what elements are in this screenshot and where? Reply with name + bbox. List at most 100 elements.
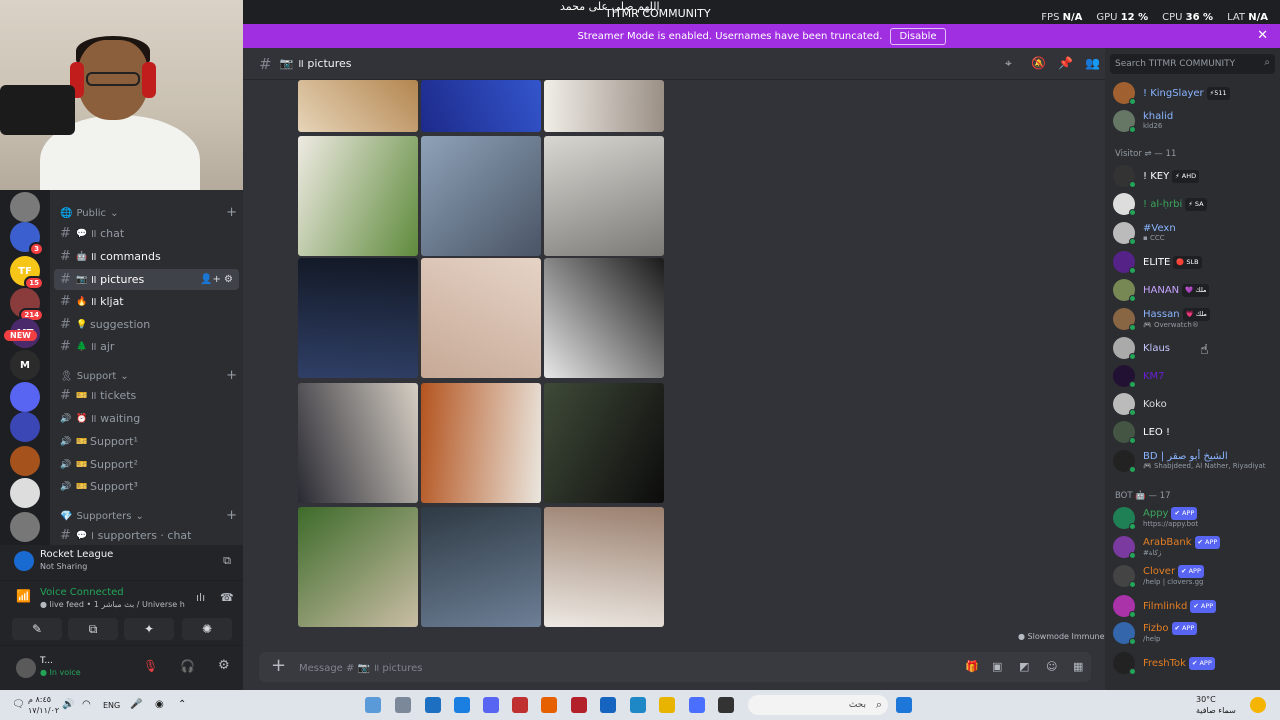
headphones-icon[interactable]: 🎧 — [180, 659, 195, 673]
channel-public-4[interactable]: # 💡 suggestion — [54, 314, 239, 335]
member-bots-3[interactable]: Filmlinkd ✔ APP — [1113, 593, 1273, 619]
picture-cup[interactable] — [298, 136, 418, 256]
search-input[interactable]: Search TITMR COMMUNITY ⌕ — [1110, 54, 1275, 74]
member-bots-0[interactable]: Appy ✔ APP https://appy.bot — [1113, 505, 1273, 531]
mute-icon[interactable]: 🎙 — [143, 659, 158, 673]
add-channel-icon[interactable]: + — [226, 368, 237, 383]
picture-sand[interactable] — [421, 258, 541, 378]
server-icon[interactable] — [10, 192, 40, 222]
server-icon[interactable]: M — [10, 350, 40, 380]
member-bots-1[interactable]: ArabBank ✔ APP #زكاة — [1113, 534, 1273, 560]
add-channel-icon[interactable]: + — [226, 205, 237, 220]
taskbar-app-icon[interactable] — [718, 697, 734, 713]
signal-icon[interactable]: 📶 — [16, 589, 31, 603]
member-visitors-8[interactable]: Koko — [1113, 391, 1273, 417]
taskbar-app-icon[interactable] — [483, 697, 499, 713]
channel-supporters-0[interactable]: # 💬 । supporters · chat — [54, 525, 239, 545]
channel-support-4[interactable]: 🔊 🎫 Support³ — [54, 476, 239, 497]
tray-icon[interactable]: ◉ — [155, 699, 164, 710]
member-visitors-1[interactable]: ! al-ḥrbi ⚡ SA — [1113, 191, 1273, 217]
category-header[interactable]: 💎 Supporters ⌄ — [60, 511, 144, 522]
close-icon[interactable]: ✕ — [1257, 28, 1268, 43]
taskbar-app-icon[interactable] — [689, 697, 705, 713]
server-icon[interactable] — [10, 446, 40, 476]
taskbar-app-icon[interactable] — [425, 697, 441, 713]
activities-button[interactable]: ✦ — [124, 618, 174, 640]
server-icon[interactable]: 3 — [10, 222, 44, 256]
mic-tray-icon[interactable]: 🎤 — [130, 699, 142, 710]
taskbar-app-icon[interactable] — [659, 697, 675, 713]
picture-food[interactable] — [421, 383, 541, 503]
taskbar-app-icon[interactable] — [365, 697, 381, 713]
picture-bread[interactable] — [298, 80, 418, 132]
member-bots-5[interactable]: FreshTok ✔ APP — [1113, 650, 1273, 676]
wifi-icon[interactable]: ◠ — [82, 699, 91, 710]
add-channel-icon[interactable]: + — [226, 508, 237, 523]
picture-airport[interactable] — [421, 136, 541, 256]
server-icon[interactable] — [10, 382, 40, 412]
taskbar-app-icon[interactable] — [512, 697, 528, 713]
member-visitors-5[interactable]: Hassan 💗 ملك 🎮 Overwatch® — [1113, 306, 1273, 332]
server-icon[interactable] — [10, 512, 40, 542]
taskbar-app-icon[interactable] — [395, 697, 411, 713]
server-icon[interactable] — [10, 412, 40, 442]
member-top-1[interactable]: khalid kld26 — [1113, 108, 1273, 134]
channel-support-3[interactable]: 🔊 🎫 Support² — [54, 454, 239, 475]
notification-icon[interactable]: 🗨 — [12, 699, 25, 710]
noise-icon[interactable]: ılı — [196, 591, 205, 604]
members-icon[interactable]: 👥 — [1085, 56, 1100, 70]
channel-public-1[interactable]: # 🤖 ॥ commands — [54, 246, 239, 267]
member-visitors-10[interactable]: BD | الشيخ أبو صقر 🎮 Shabjdeed, Al Nather… — [1113, 448, 1273, 474]
volume-icon[interactable]: 🔊 — [62, 699, 74, 710]
picture-car-night[interactable] — [298, 258, 418, 378]
camera-off-button[interactable]: ✎ — [12, 618, 62, 640]
member-visitors-6[interactable]: Klaus — [1113, 335, 1273, 361]
soundboard-button[interactable]: ✺ — [182, 618, 232, 640]
chevron-up-icon[interactable]: ⌃ — [178, 699, 186, 710]
taskbar-app-icon[interactable] — [630, 697, 646, 713]
disconnect-icon[interactable]: ☎ — [220, 591, 234, 604]
server-icon[interactable]: 214 — [10, 288, 44, 322]
channel-public-2[interactable]: # 📷 ॥ pictures 👤+ ⚙ — [54, 269, 239, 290]
channel-support-0[interactable]: # 🎫 ॥ tickets — [54, 385, 239, 406]
apps-icon[interactable]: ▦ — [1073, 660, 1083, 673]
server-icon[interactable] — [10, 478, 40, 508]
member-visitors-7[interactable]: KM7 — [1113, 363, 1273, 389]
taskbar-app-icon[interactable] — [600, 697, 616, 713]
picture-jersey[interactable] — [421, 80, 541, 132]
picture-garden[interactable] — [298, 507, 418, 627]
channel-settings-icon[interactable]: 👤+ ⚙ — [200, 274, 233, 285]
member-visitors-4[interactable]: HANAN 💜 ملك — [1113, 277, 1273, 303]
picture-sea[interactable] — [421, 507, 541, 627]
disable-button[interactable]: Disable — [890, 27, 946, 45]
category-header[interactable]: 🎗 Support ⌄ — [60, 371, 129, 382]
start-icon[interactable] — [896, 697, 912, 713]
weather-icon[interactable] — [1250, 697, 1266, 713]
member-visitors-3[interactable]: ELITE 🔴 SLB — [1113, 249, 1273, 275]
server-icon[interactable]: TF 15 — [10, 256, 44, 290]
picture-mall[interactable] — [544, 507, 664, 627]
settings-icon[interactable]: ⚙ — [218, 658, 230, 673]
category-header[interactable]: 🌐 Public ⌄ — [60, 208, 118, 219]
add-attachment-icon[interactable]: + — [271, 655, 286, 676]
member-visitors-2[interactable]: #Vexn ▪ ꓚꓚꓚ — [1113, 220, 1273, 246]
taskbar-app-icon[interactable] — [454, 697, 470, 713]
channel-support-1[interactable]: 🔊 ⏰ ॥ waiting — [54, 408, 239, 429]
voice-channel[interactable]: ● live feed • 1 بث مباشر / Universe hou.… — [40, 600, 185, 609]
gif-icon[interactable]: ▣ — [992, 660, 1002, 673]
channel-public-0[interactable]: # 💬 ॥ chat — [54, 223, 239, 244]
member-top-0[interactable]: ! KingSlayer ⚡511 — [1113, 80, 1273, 106]
notifications-icon[interactable]: 🔕 — [1031, 56, 1046, 70]
taskbar-app-icon[interactable] — [541, 697, 557, 713]
picture-bowl[interactable] — [544, 383, 664, 503]
avatar[interactable] — [16, 658, 36, 678]
picture-flowers[interactable] — [544, 258, 664, 378]
sticker-icon[interactable]: ◩ — [1019, 660, 1029, 673]
member-bots-2[interactable]: Clover ✔ APP/help | clovers.gg — [1113, 563, 1273, 589]
member-visitors-0[interactable]: ! KEY ⚡ AHD — [1113, 163, 1273, 189]
channel-public-5[interactable]: # 🌲 ॥ ajr — [54, 336, 239, 357]
screen-share-button[interactable]: ⧉ — [68, 618, 118, 640]
channel-support-2[interactable]: 🔊 🎫 Support¹ — [54, 431, 239, 452]
picture-fur[interactable] — [544, 80, 664, 132]
picture-room[interactable] — [298, 383, 418, 503]
